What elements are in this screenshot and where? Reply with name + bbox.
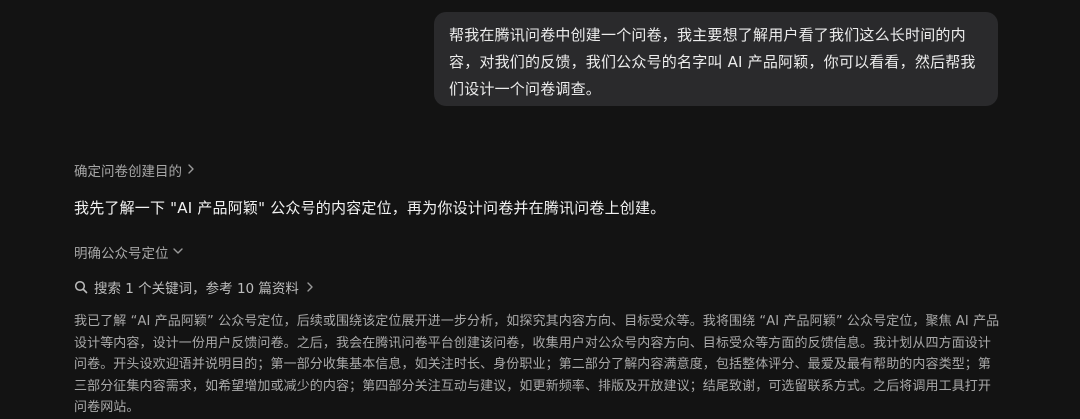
user-message-text: 帮我在腾讯问卷中创建一个问卷，我主要想了解用户看了我们这么长时间的内容，对我们的… — [449, 26, 976, 98]
chevron-right-icon — [305, 281, 315, 293]
thinking-paragraph: 我已了解 “AI 产品阿颖” 公众号定位，后续或围绕该定位展开进一步分析，如探究… — [74, 314, 1000, 415]
step-toggle[interactable]: 明确公众号定位 — [74, 242, 184, 262]
user-message-bubble: 帮我在腾讯问卷中创建一个问卷，我主要想了解用户看了我们这么长时间的内容，对我们的… — [434, 12, 998, 106]
search-summary-row[interactable]: 搜索 1 个关键词，参考 10 篇资料 — [74, 277, 315, 297]
search-summary-text: 搜索 1 个关键词，参考 10 篇资料 — [94, 281, 299, 297]
purpose-section-label: 确定问卷创建目的 — [74, 164, 182, 180]
purpose-section-link[interactable]: 确定问卷创建目的 — [74, 160, 196, 180]
assistant-reply-text: 我先了解一下 "AI 产品阿颖" 公众号的内容定位，再为你设计问卷并在腾讯问卷上… — [74, 199, 666, 217]
chevron-down-icon — [172, 246, 184, 259]
step-label: 明确公众号定位 — [74, 246, 169, 262]
search-icon — [74, 280, 88, 294]
chevron-right-icon — [186, 163, 196, 178]
